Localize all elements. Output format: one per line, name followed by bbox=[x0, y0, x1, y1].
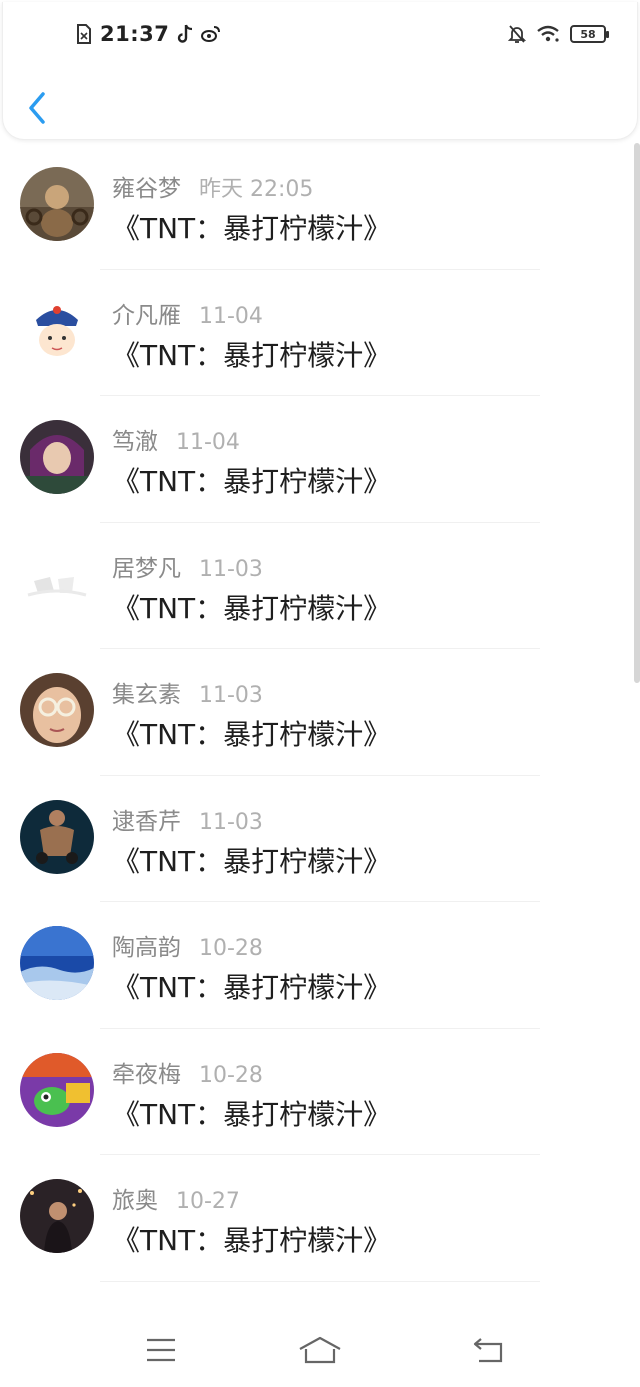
list-item[interactable]: 陶高韵 10-28 《TNT：暴打柠檬汁》 bbox=[0, 902, 640, 1029]
item-title: 《TNT：暴打柠檬汁》 bbox=[112, 465, 392, 498]
menu-icon bbox=[147, 1338, 175, 1362]
list-item[interactable]: 旅奥 10-27 《TNT：暴打柠檬汁》 bbox=[0, 1155, 640, 1282]
list-item[interactable]: 集玄素 11-03 《TNT：暴打柠檬汁》 bbox=[0, 649, 640, 776]
bell-muted-icon bbox=[508, 24, 526, 44]
comment-date: 10-27 bbox=[176, 1189, 240, 1214]
comment-date: 昨天 22:05 bbox=[199, 177, 314, 202]
back-button[interactable] bbox=[25, 90, 51, 126]
user-name: 集玄素 bbox=[112, 682, 181, 708]
list-item[interactable]: 牵夜梅 10-28 《TNT：暴打柠檬汁》 bbox=[0, 1029, 640, 1155]
user-name: 旅奥 bbox=[112, 1188, 158, 1214]
avatar[interactable] bbox=[20, 1052, 94, 1127]
back-nav-button[interactable] bbox=[468, 1333, 508, 1367]
battery-icon: 58 bbox=[570, 25, 609, 43]
list-item[interactable]: 笃澈 11-04 《TNT：暴打柠檬汁》 bbox=[0, 396, 640, 523]
weibo-icon bbox=[201, 25, 221, 43]
list-item[interactable]: 介凡雁 11-04 《TNT：暴打柠檬汁》 bbox=[0, 270, 640, 396]
list-item[interactable]: 逮香芹 11-03 《TNT：暴打柠檬汁》 bbox=[0, 776, 640, 902]
avatar[interactable] bbox=[20, 1179, 94, 1253]
item-title: 《TNT：暴打柠檬汁》 bbox=[112, 718, 392, 751]
list-item[interactable]: 居梦凡 11-03 《TNT：暴打柠檬汁》 bbox=[0, 523, 640, 649]
comment-list[interactable]: 雍谷梦 昨天 22:05 《TNT：暴打柠檬汁》 介凡雁 11-04 《TNT：… bbox=[0, 143, 640, 1313]
scrollbar[interactable] bbox=[634, 143, 640, 683]
status-bar: 21:37 58 bbox=[0, 0, 640, 70]
user-name: 陶高韵 bbox=[112, 935, 181, 961]
comment-date: 10-28 bbox=[199, 1062, 263, 1088]
tiktok-icon bbox=[177, 24, 193, 44]
avatar[interactable] bbox=[20, 293, 94, 368]
user-name: 笃澈 bbox=[112, 429, 158, 455]
wifi-icon bbox=[536, 25, 560, 43]
avatar[interactable] bbox=[20, 799, 94, 874]
chevron-left-icon bbox=[29, 92, 45, 124]
item-title: 《TNT：暴打柠檬汁》 bbox=[112, 971, 392, 1004]
user-name: 介凡雁 bbox=[112, 302, 181, 329]
comment-date: 11-03 bbox=[199, 556, 263, 582]
item-title: 《TNT：暴打柠檬汁》 bbox=[112, 212, 392, 245]
comment-date: 11-03 bbox=[199, 683, 263, 708]
comment-date: 10-28 bbox=[199, 936, 263, 961]
item-title: 《TNT：暴打柠檬汁》 bbox=[112, 844, 392, 878]
item-title: 《TNT：暴打柠檬汁》 bbox=[112, 1097, 392, 1131]
status-time: 21:37 bbox=[100, 22, 170, 46]
comment-date: 11-04 bbox=[176, 430, 240, 455]
user-name: 居梦凡 bbox=[112, 555, 181, 582]
sim-card-icon bbox=[76, 24, 92, 44]
divider bbox=[100, 1280, 540, 1282]
user-name: 牵夜梅 bbox=[112, 1061, 181, 1088]
list-item[interactable]: 雍谷梦 昨天 22:05 《TNT：暴打柠檬汁》 bbox=[0, 143, 640, 270]
avatar[interactable] bbox=[20, 926, 94, 1000]
avatar[interactable] bbox=[20, 546, 94, 621]
system-nav-bar bbox=[0, 1313, 640, 1387]
back-icon bbox=[473, 1338, 503, 1363]
item-title: 《TNT：暴打柠檬汁》 bbox=[112, 338, 392, 372]
menu-button[interactable] bbox=[141, 1333, 181, 1367]
home-icon bbox=[299, 1336, 341, 1364]
avatar[interactable] bbox=[20, 420, 94, 494]
user-name: 逮香芹 bbox=[112, 808, 181, 835]
home-button[interactable] bbox=[298, 1333, 342, 1367]
comment-date: 11-03 bbox=[199, 809, 263, 835]
item-title: 《TNT：暴打柠檬汁》 bbox=[112, 1224, 392, 1257]
user-name: 雍谷梦 bbox=[112, 176, 181, 202]
avatar[interactable] bbox=[20, 167, 94, 241]
item-title: 《TNT：暴打柠檬汁》 bbox=[112, 591, 392, 625]
comment-date: 11-04 bbox=[199, 303, 263, 329]
avatar[interactable] bbox=[20, 673, 94, 747]
battery-level: 58 bbox=[580, 27, 596, 41]
